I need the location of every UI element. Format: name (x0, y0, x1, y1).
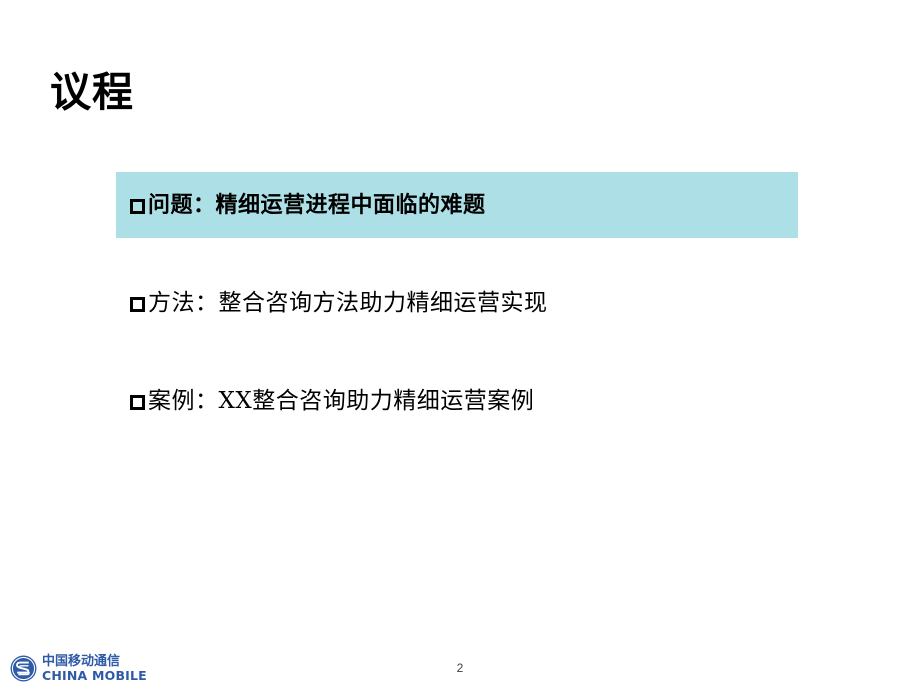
agenda-item-problem[interactable]: 问题：精细运营进程中面临的难题 (116, 172, 798, 238)
square-outline-bullet-icon (130, 198, 145, 214)
presentation-slide: 议程 问题：精细运营进程中面临的难题 方法：整合咨询方法助力精细运营实现 案例：… (0, 0, 920, 690)
agenda-item-method[interactable]: 方法：整合咨询方法助力精细运营实现 (116, 270, 798, 336)
square-outline-bullet-icon (130, 296, 145, 312)
page-title: 议程 (50, 68, 134, 116)
agenda-item-label: 案例：XX整合咨询助力精细运营案例 (148, 387, 535, 414)
agenda-item-label: 问题：精细运营进程中面临的难题 (148, 192, 486, 218)
agenda-item-label: 方法：整合咨询方法助力精细运营实现 (148, 289, 548, 316)
square-outline-bullet-icon (130, 394, 145, 410)
agenda-list: 问题：精细运营进程中面临的难题 方法：整合咨询方法助力精细运营实现 案例：XX整… (116, 172, 798, 434)
agenda-item-case[interactable]: 案例：XX整合咨询助力精细运营案例 (116, 368, 798, 434)
page-number: 2 (456, 661, 464, 675)
